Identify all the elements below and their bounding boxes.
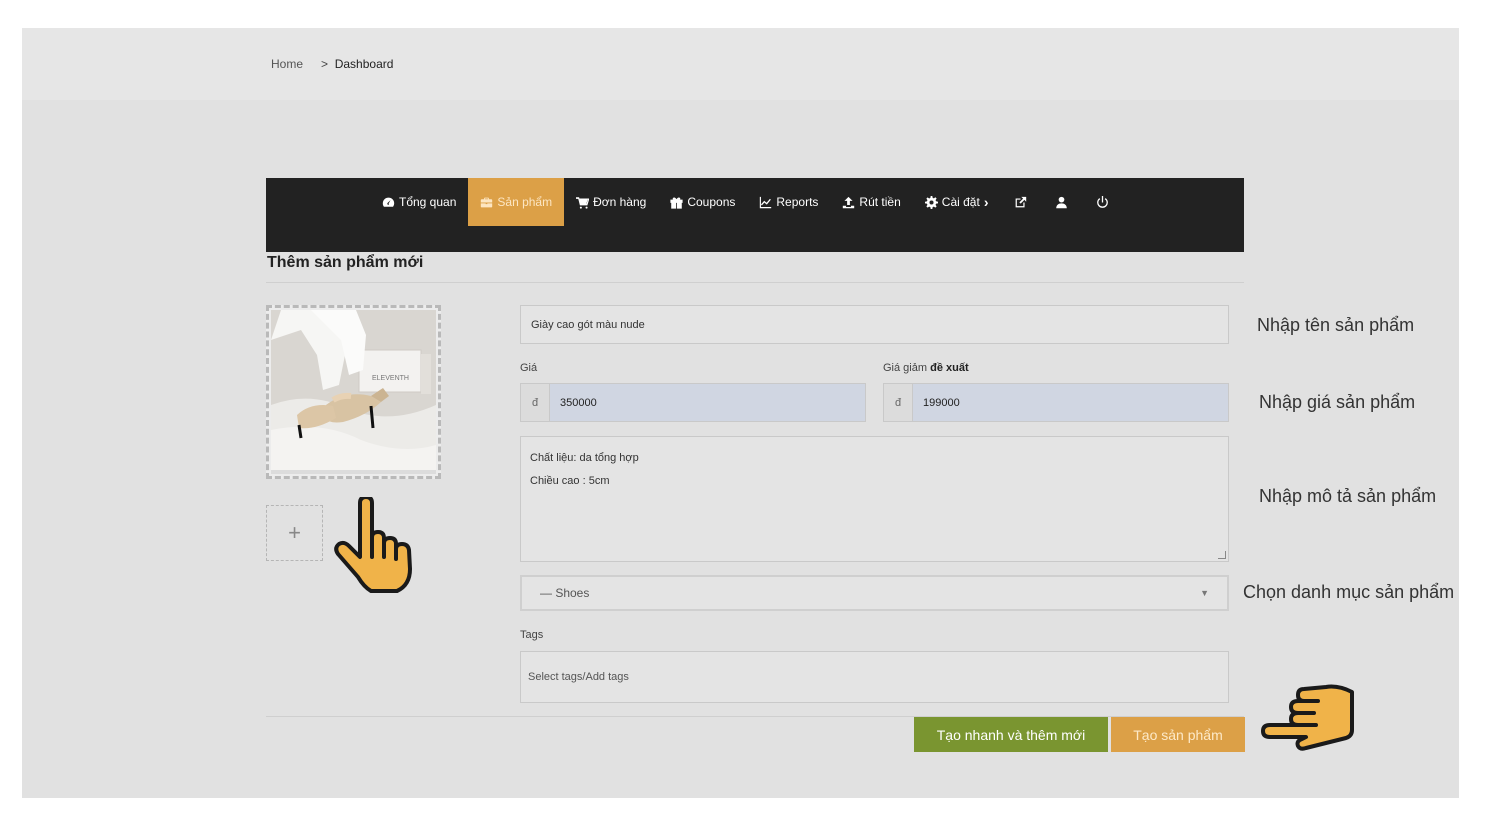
currency-addon: đ: [884, 384, 913, 421]
resize-handle[interactable]: [1218, 551, 1226, 559]
nav-item-label: Sản phẩm: [497, 195, 553, 209]
sale-price-input[interactable]: 199000: [913, 384, 1228, 421]
nav-item-orders[interactable]: Đơn hàng: [564, 178, 658, 226]
price-label: Giá: [520, 362, 538, 374]
top-navbar: Tổng quan Sản phẩm Đơn hàng Coupons Repo…: [266, 178, 1244, 252]
category-selected-value: — Shoes: [540, 586, 590, 600]
description-line: Chất liệu: da tổng hợp: [530, 452, 639, 464]
power-icon: [1097, 195, 1109, 208]
briefcase-icon: [481, 197, 493, 207]
pointing-hand-up-icon: [334, 497, 412, 593]
title-divider: [266, 282, 1244, 283]
nav-item-label: Reports: [776, 195, 819, 209]
nav-item-label: Tổng quan: [399, 195, 457, 209]
cart-icon: [576, 196, 590, 209]
user-icon: [1056, 196, 1068, 208]
annotation-price: Nhập giá sản phẩm: [1259, 392, 1416, 412]
upload-icon: [843, 196, 855, 208]
product-name-input[interactable]: Giày cao gót màu nude: [520, 305, 1229, 344]
annotation-name: Nhập tên sản phẩm: [1257, 315, 1415, 335]
shoe-photo-illustration: ELEVENTH: [271, 310, 436, 470]
nav-item-reports[interactable]: Reports: [747, 178, 830, 226]
chart-icon: [760, 196, 772, 208]
breadcrumb-bar: Home > Dashboard: [22, 28, 1459, 100]
price-input[interactable]: 350000: [550, 384, 865, 421]
caret-down-icon: ▼: [1200, 588, 1209, 598]
dashboard-icon: [382, 197, 395, 207]
gift-icon: [670, 196, 683, 209]
category-select[interactable]: — Shoes ▼: [520, 575, 1229, 611]
profile-button[interactable]: [1041, 178, 1082, 226]
external-link-icon: [1016, 196, 1027, 207]
box-brand-text: ELEVENTH: [372, 375, 409, 382]
add-image-button[interactable]: +: [266, 505, 323, 561]
page-title: Thêm sản phẩm mới: [267, 254, 424, 271]
logout-button[interactable]: [1082, 178, 1123, 226]
nav-item-withdraw[interactable]: Rút tiền: [830, 178, 912, 226]
nav-item-label: Coupons: [687, 195, 736, 209]
product-image-dropzone[interactable]: ELEVENTH: [266, 305, 441, 479]
external-link-button[interactable]: [1000, 178, 1041, 226]
description-line: Chiều cao : 5cm: [530, 475, 610, 487]
annotation-description: Nhập mô tả sản phẩm: [1259, 486, 1437, 506]
pointing-hand-left-icon: [1261, 684, 1354, 751]
breadcrumb-current: > Dashboard: [321, 57, 393, 71]
nav-item-coupons[interactable]: Coupons: [658, 178, 747, 226]
description-textarea[interactable]: Chất liệu: da tổng hợp Chiều cao : 5cm: [520, 436, 1229, 562]
currency-addon: đ: [521, 384, 550, 421]
nav-item-settings[interactable]: Cài đặt ›: [913, 178, 1001, 226]
breadcrumb-current-label: Dashboard: [334, 57, 394, 71]
tags-label: Tags: [520, 629, 544, 641]
sale-price-label: Giá giảm đề xuất: [883, 362, 969, 374]
breadcrumb-home-link[interactable]: Home: [271, 57, 303, 71]
breadcrumb: Home > Dashboard: [271, 57, 393, 71]
sale-price-input-group: đ 199000: [883, 383, 1229, 422]
quick-create-button[interactable]: Tạo nhanh và thêm mới: [914, 717, 1108, 752]
product-photo: ELEVENTH: [271, 310, 436, 474]
nav-item-label: Rút tiền: [859, 195, 901, 209]
sale-price-label-text: Giá giảm: [883, 362, 928, 374]
chevron-right-icon: ›: [983, 194, 989, 210]
tags-input[interactable]: Select tags/Add tags: [520, 651, 1229, 703]
gear-icon: [924, 195, 938, 209]
breadcrumb-separator: >: [321, 57, 329, 71]
annotation-category: Chọn danh mục sản phẩm: [1243, 582, 1455, 602]
price-input-group: đ 350000: [520, 383, 866, 422]
nav-item-label: Đơn hàng: [593, 195, 647, 209]
nav-item-overview[interactable]: Tổng quan: [370, 178, 468, 226]
create-product-button[interactable]: Tạo sản phẩm: [1111, 717, 1245, 752]
nav-item-label: Cài đặt: [941, 195, 980, 209]
nav-item-products[interactable]: Sản phẩm: [468, 178, 565, 226]
sale-price-label-bold: đề xuất: [930, 362, 969, 374]
